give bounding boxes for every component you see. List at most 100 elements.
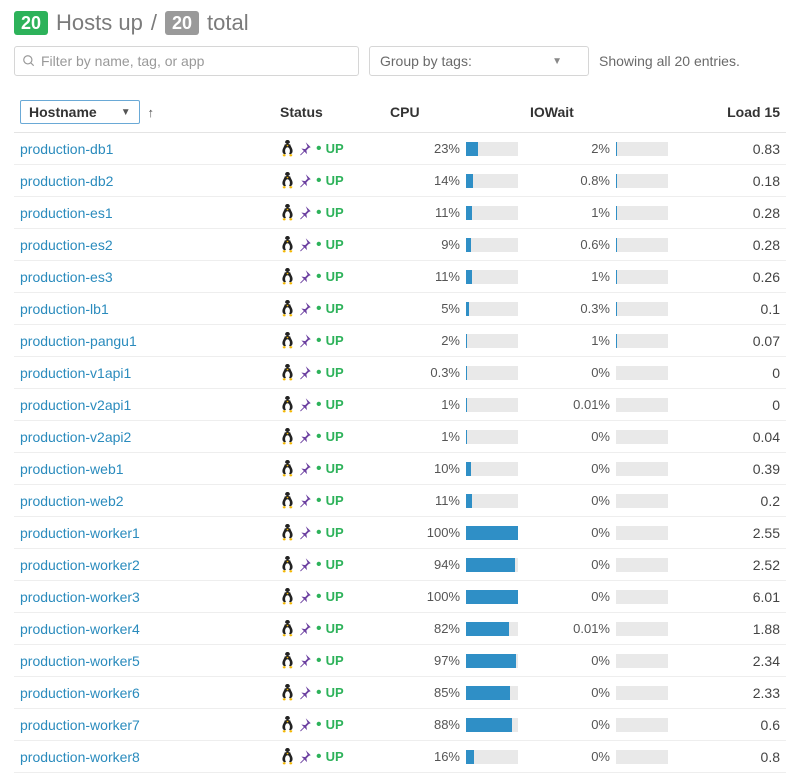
cpu-value: 23% [416, 141, 460, 156]
hosts-table: Hostname ▼ ↑ Status CPU IOWait Load 15 p… [14, 94, 786, 773]
group-by-select[interactable]: Group by tags: ▼ [369, 46, 589, 76]
iowait-value: 0% [566, 717, 610, 732]
host-link[interactable]: production-worker7 [20, 717, 140, 733]
iowait-bar [616, 622, 668, 636]
load15-value: 0 [772, 365, 780, 381]
host-link[interactable]: production-web1 [20, 461, 124, 477]
cpu-bar [466, 718, 518, 732]
status-text: UP [326, 301, 344, 316]
filter-input[interactable] [14, 46, 359, 76]
iowait-value: 0% [566, 461, 610, 476]
status-dot-icon: • [316, 205, 322, 221]
host-link[interactable]: production-v2api1 [20, 397, 131, 413]
status-dot-icon: • [316, 397, 322, 413]
sort-asc-icon[interactable]: ↑ [147, 105, 154, 120]
status-text: UP [326, 557, 344, 572]
iowait-bar [616, 270, 668, 284]
cpu-bar [466, 558, 518, 572]
load15-value: 0.07 [753, 333, 780, 349]
iowait-bar [616, 430, 668, 444]
pin-icon [297, 237, 312, 252]
status-dot-icon: • [316, 429, 322, 445]
status-dot-icon: • [316, 365, 322, 381]
load15-value: 0.39 [753, 461, 780, 477]
cpu-value: 94% [416, 557, 460, 572]
table-row: production-web1•UP10%0%0.39 [14, 453, 786, 485]
linux-icon [280, 332, 295, 349]
cpu-value: 100% [416, 525, 460, 540]
status-dot-icon: • [316, 493, 322, 509]
table-row: production-worker5•UP97%0%2.34 [14, 645, 786, 677]
cpu-bar [466, 366, 518, 380]
host-link[interactable]: production-v1api1 [20, 365, 131, 381]
iowait-value: 0% [566, 429, 610, 444]
load15-value: 2.52 [753, 557, 780, 573]
status-text: UP [326, 461, 344, 476]
cpu-column-header[interactable]: CPU [384, 94, 524, 133]
host-link[interactable]: production-es1 [20, 205, 113, 221]
load15-column-header[interactable]: Load 15 [674, 94, 786, 133]
chevron-down-icon: ▼ [121, 107, 131, 118]
table-row: production-v2api2•UP1%0%0.04 [14, 421, 786, 453]
linux-icon [280, 620, 295, 637]
host-link[interactable]: production-es3 [20, 269, 113, 285]
hosts-total-label: total [207, 10, 249, 36]
table-row: production-worker3•UP100%0%6.01 [14, 581, 786, 613]
linux-icon [280, 236, 295, 253]
hostname-column-select[interactable]: Hostname ▼ [20, 100, 140, 124]
load15-value: 1.88 [753, 621, 780, 637]
status-text: UP [326, 685, 344, 700]
cpu-value: 5% [416, 301, 460, 316]
iowait-bar [616, 686, 668, 700]
iowait-column-header[interactable]: IOWait [524, 94, 674, 133]
iowait-value: 0% [566, 557, 610, 572]
pin-icon [297, 269, 312, 284]
pin-icon [297, 173, 312, 188]
linux-icon [280, 204, 295, 221]
iowait-value: 1% [566, 333, 610, 348]
status-dot-icon: • [316, 237, 322, 253]
host-link[interactable]: production-worker5 [20, 653, 140, 669]
linux-icon [280, 588, 295, 605]
host-link[interactable]: production-worker2 [20, 557, 140, 573]
hosts-total-badge: 20 [165, 11, 199, 35]
host-link[interactable]: production-lb1 [20, 301, 109, 317]
cpu-value: 0.3% [416, 365, 460, 380]
iowait-value: 0.3% [566, 301, 610, 316]
linux-icon [280, 524, 295, 541]
status-text: UP [326, 173, 344, 188]
host-link[interactable]: production-worker1 [20, 525, 140, 541]
host-link[interactable]: production-db2 [20, 173, 113, 189]
status-dot-icon: • [316, 653, 322, 669]
cpu-value: 10% [416, 461, 460, 476]
host-link[interactable]: production-es2 [20, 237, 113, 253]
status-dot-icon: • [316, 269, 322, 285]
status-dot-icon: • [316, 717, 322, 733]
iowait-bar [616, 526, 668, 540]
linux-icon [280, 300, 295, 317]
pin-icon [297, 589, 312, 604]
host-link[interactable]: production-worker4 [20, 621, 140, 637]
pin-icon [297, 429, 312, 444]
load15-value: 2.33 [753, 685, 780, 701]
host-link[interactable]: production-worker6 [20, 685, 140, 701]
load15-value: 0.2 [761, 493, 780, 509]
cpu-bar [466, 174, 518, 188]
host-link[interactable]: production-db1 [20, 141, 113, 157]
cpu-bar [466, 238, 518, 252]
table-row: production-es1•UP11%1%0.28 [14, 197, 786, 229]
host-link[interactable]: production-pangu1 [20, 333, 137, 349]
status-text: UP [326, 589, 344, 604]
pin-icon [297, 397, 312, 412]
status-text: UP [326, 717, 344, 732]
linux-icon [280, 428, 295, 445]
host-link[interactable]: production-v2api2 [20, 429, 131, 445]
load15-value: 6.01 [753, 589, 780, 605]
host-link[interactable]: production-web2 [20, 493, 124, 509]
host-link[interactable]: production-worker3 [20, 589, 140, 605]
iowait-value: 0.01% [566, 397, 610, 412]
table-row: production-es3•UP11%1%0.26 [14, 261, 786, 293]
status-column-header[interactable]: Status [274, 94, 384, 133]
iowait-value: 0.01% [566, 621, 610, 636]
cpu-value: 82% [416, 621, 460, 636]
